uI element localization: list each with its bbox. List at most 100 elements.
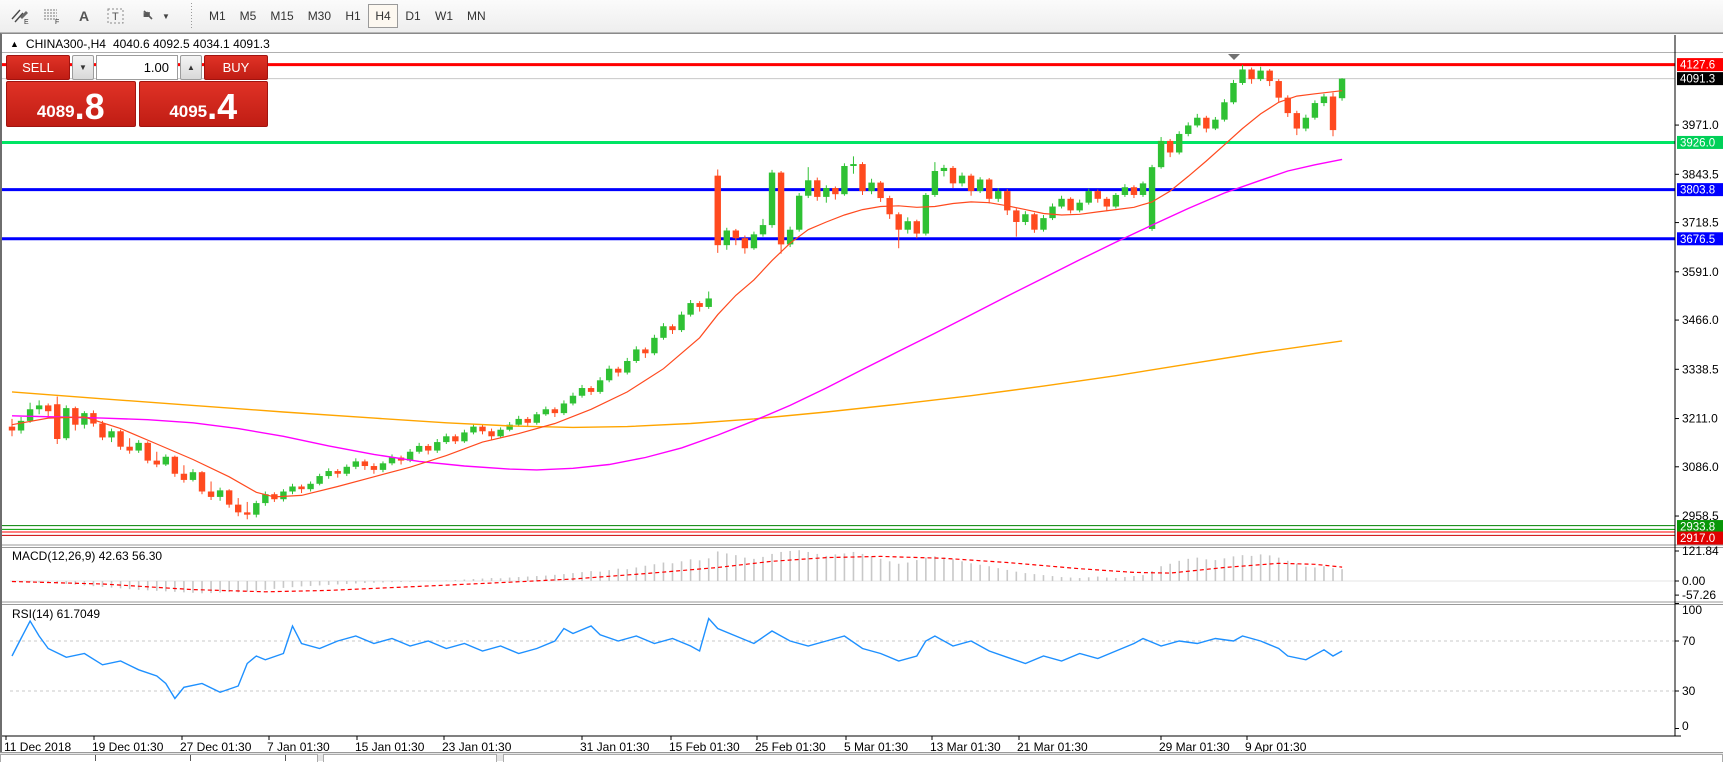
price-tick-3718.5: 3718.5 — [1682, 216, 1719, 230]
chart-shift-marker-icon[interactable] — [1228, 54, 1240, 60]
candle-118 — [1076, 202, 1083, 211]
chart-canvas[interactable]: 3971.0 3843.5 3718.5 3591.0 3466.0 3338.5 3211… — [2, 34, 1723, 753]
text-label-icon: T — [107, 8, 124, 24]
candle-46 — [425, 445, 432, 451]
candle-137 — [1248, 69, 1255, 80]
svg-text:4127.6: 4127.6 — [1680, 60, 1715, 72]
axes[interactable] — [2, 35, 1681, 737]
candle-112 — [1022, 214, 1029, 222]
candle-61 — [560, 403, 568, 414]
candle-87 — [795, 195, 803, 230]
timeframe-m5[interactable]: M5 — [233, 4, 264, 28]
candle-11 — [108, 431, 115, 438]
candle-68 — [624, 360, 631, 373]
candle-138 — [1257, 70, 1264, 80]
sell-button[interactable]: SELL — [6, 55, 70, 80]
candle-2 — [26, 409, 34, 421]
buy-button[interactable]: BUY — [204, 55, 268, 80]
svg-text:F: F — [55, 19, 59, 25]
candle-21 — [198, 472, 206, 492]
price-axis-labels[interactable]: 3971.0 3843.5 3718.5 3591.0 3466.0 3338.5 3211… — [1675, 118, 1719, 523]
candle-13 — [126, 446, 133, 451]
bottom-tab-strip — [0, 752, 1723, 762]
rsi-axis-labels: 100 70 30 0 — [1675, 603, 1702, 733]
text-label-button[interactable]: T — [102, 3, 130, 29]
candle-30 — [280, 491, 287, 500]
candle-3 — [35, 405, 43, 410]
candle-89 — [814, 180, 821, 197]
price-tick-3843.5: 3843.5 — [1682, 167, 1719, 181]
candle-5 — [54, 404, 61, 439]
candle-75 — [687, 303, 694, 315]
arrows-button[interactable]: ▼ — [134, 3, 174, 29]
moving-averages — [11, 90, 1343, 498]
sell-price-tile[interactable]: 4089.8 — [6, 81, 136, 127]
candle-58 — [533, 414, 540, 423]
candle-72 — [660, 326, 667, 338]
candle-91 — [832, 188, 839, 195]
svg-text:4091.3: 4091.3 — [1680, 74, 1715, 86]
candle-113 — [1031, 214, 1038, 230]
volume-decrease-button[interactable]: ▼ — [72, 55, 94, 80]
timeframe-m15[interactable]: M15 — [263, 4, 300, 28]
candle-26 — [244, 512, 251, 515]
candle-133 — [1212, 119, 1219, 129]
timeframe-m1[interactable]: M1 — [202, 4, 233, 28]
timeframe-w1[interactable]: W1 — [428, 4, 460, 28]
candle-12 — [117, 431, 124, 447]
macd-pane[interactable] — [10, 550, 1675, 594]
candle-16 — [153, 460, 160, 465]
candle-143 — [1302, 117, 1310, 129]
candle-17 — [162, 456, 170, 465]
time-axis-labels[interactable]: 11 Dec 2018 19 Dec 01:30 27 Dec 01:30 7 Jan… — [4, 736, 1307, 753]
candle-147 — [1338, 78, 1346, 99]
candle-40 — [370, 466, 378, 470]
timeframe-h4[interactable]: H4 — [368, 4, 399, 28]
candle-139 — [1266, 70, 1273, 82]
buy-price-pips: .4 — [207, 86, 238, 128]
ma-fast-line — [11, 90, 1343, 498]
svg-text:100: 100 — [1682, 603, 1702, 617]
bottom-tick — [95, 755, 96, 761]
arrows-dropdown-caret[interactable]: ▼ — [162, 12, 170, 21]
candle-8 — [81, 413, 88, 425]
timeframe-d1[interactable]: D1 — [398, 4, 428, 28]
candle-98 — [895, 214, 902, 230]
equidistant-channel-button[interactable]: E — [6, 3, 34, 29]
fibonacci-button[interactable]: F — [38, 3, 66, 29]
candle-95 — [868, 182, 875, 192]
candle-53 — [488, 431, 495, 437]
candlesticks — [8, 64, 1346, 520]
candle-65 — [596, 380, 604, 392]
volume-increase-button[interactable]: ▲ — [180, 55, 202, 80]
equidistant-channel-icon: E — [11, 9, 29, 25]
timeframe-m30[interactable]: M30 — [301, 4, 338, 28]
candle-15 — [144, 442, 151, 461]
candle-78 — [714, 175, 721, 246]
candle-110 — [1004, 191, 1011, 211]
candle-7 — [72, 408, 79, 425]
volume-input[interactable]: 1.00 — [96, 55, 178, 80]
svg-text:A: A — [79, 8, 89, 24]
candle-74 — [678, 314, 685, 331]
candle-105 — [958, 175, 966, 184]
timeframe-h1[interactable]: H1 — [338, 4, 368, 28]
candle-57 — [524, 418, 531, 423]
candle-82 — [750, 234, 758, 249]
candle-59 — [542, 409, 550, 415]
bottom-tick — [190, 755, 191, 761]
candle-100 — [913, 221, 920, 234]
rsi-pane[interactable] — [10, 617, 1675, 700]
sell-price-pips: .8 — [74, 86, 105, 128]
candle-123 — [1121, 187, 1129, 195]
candle-25 — [235, 504, 242, 513]
buy-price-tile[interactable]: 4095.4 — [138, 81, 268, 128]
candle-60 — [551, 409, 559, 414]
text-button[interactable]: A — [70, 3, 98, 29]
timeframe-mn[interactable]: MN — [460, 4, 493, 28]
candle-18 — [171, 456, 179, 474]
svg-text:-57.26: -57.26 — [1682, 588, 1716, 602]
candle-79 — [723, 230, 730, 246]
candle-119 — [1085, 191, 1092, 203]
candle-37 — [343, 466, 350, 474]
